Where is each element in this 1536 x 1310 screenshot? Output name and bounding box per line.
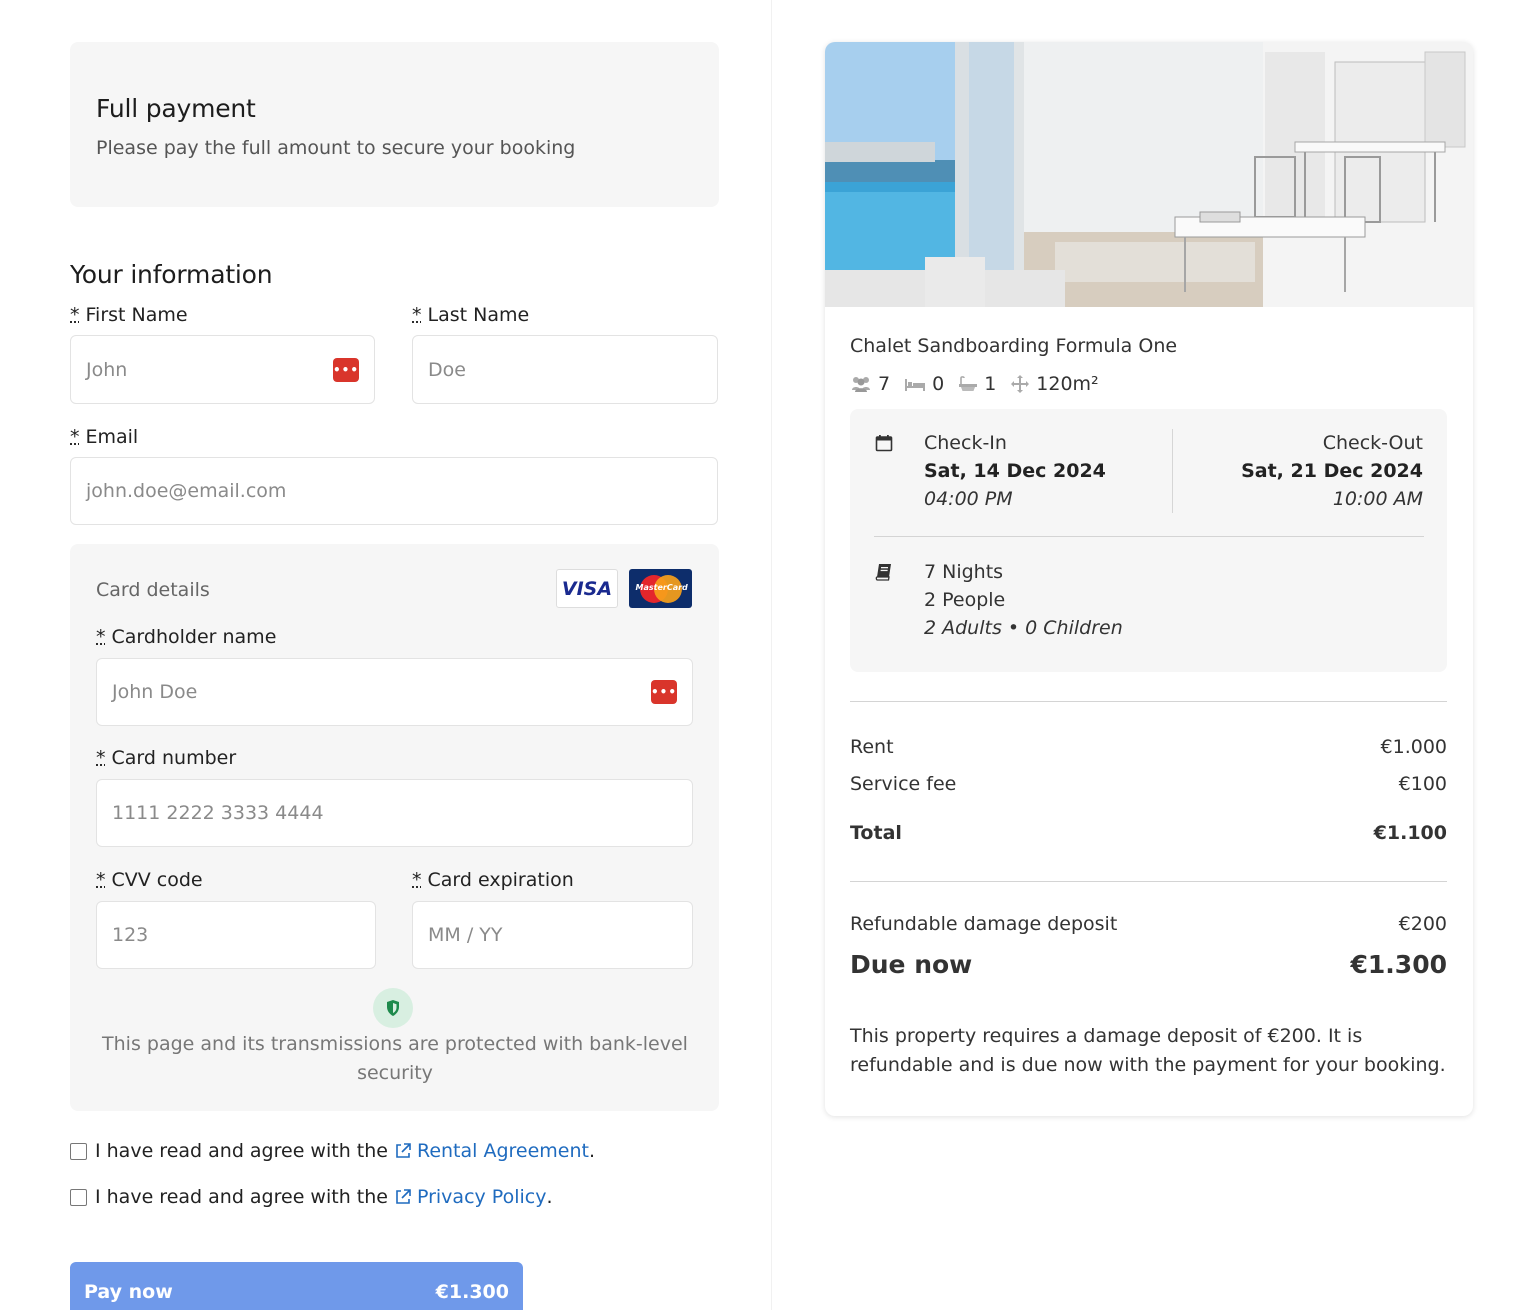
payment-form: Full payment Please pay the full amount … [70,42,719,1310]
cardholder-input[interactable]: John Doe ••• [96,658,693,726]
checkin-date: Sat, 14 Dec 2024 [924,460,1106,482]
beds-amenity: 0 [904,373,944,395]
bath-icon [959,376,978,391]
bed-icon [905,379,926,391]
card-number-input[interactable]: 1111 2222 3333 4444 [96,779,693,847]
deposit-note: This property requires a damage deposit … [850,1025,1446,1076]
cvv-input[interactable]: 123 [96,901,376,969]
property-amenities: 7 0 1 120m² [850,373,1113,395]
payment-type-box: Full payment Please pay the full amount … [70,42,719,207]
your-information-title: Your information [70,260,273,289]
first-name-input[interactable]: John ••• [70,335,375,404]
property-name: Chalet Sandboarding Formula One [850,335,1178,357]
column-divider [771,0,772,1310]
privacy-policy-checkbox[interactable] [70,1188,87,1206]
card-number-label: * Card number [96,747,237,769]
card-expiration-input[interactable]: MM / YY [412,901,693,969]
baths-amenity: 1 [958,373,996,395]
arrows-icon [1011,375,1030,393]
deposit-row: Refundable damage deposit €200 [850,913,1447,935]
area-amenity: 120m² [1010,373,1099,395]
service-fee-row: Service fee €100 [850,773,1447,795]
people-count: 2 People [924,589,1006,611]
due-now-row: Due now €1.300 [850,950,1447,979]
calendar-icon [875,435,893,452]
book-icon [875,564,891,581]
card-details-box: Card details VISA MasterCard * Cardholder… [70,544,719,1111]
visa-logo: VISA [556,569,618,608]
stay-details-box: Check-In Sat, 14 Dec 2024 04:00 PM Check… [850,409,1447,672]
guest-breakdown: 2 Adults • 0 Children [924,617,1123,639]
password-manager-icon[interactable]: ••• [651,680,677,704]
rent-row: Rent €1.000 [850,736,1447,758]
summary-divider-2 [850,881,1447,882]
security-notice: This page and its transmissions are prot… [102,1033,688,1084]
external-link-icon [396,1189,411,1204]
first-name-label: * First Name [70,304,188,326]
last-name-input[interactable]: Doe [412,335,718,404]
payment-subtitle: Please pay the full amount to secure you… [96,137,576,159]
checkout-label: Check-Out [1322,432,1423,454]
booking-summary: Chalet Sandboarding Formula One 7 0 1 12… [825,42,1473,1116]
checkin-time: 04:00 PM [924,488,1013,510]
privacy-policy-link[interactable]: Privacy Policy [394,1186,546,1208]
checkin-label: Check-In [924,432,1007,454]
checkout-time: 10:00 AM [1332,488,1423,510]
stay-divider [874,536,1424,537]
summary-divider-1 [850,701,1447,702]
external-link-icon [396,1143,411,1158]
rental-agreement-row: I have read and agree with the Rental Ag… [70,1140,595,1162]
payment-title: Full payment [96,94,256,123]
email-input[interactable]: john.doe@email.com [70,457,718,525]
password-manager-icon[interactable]: ••• [333,357,359,382]
rental-agreement-checkbox[interactable] [70,1142,87,1160]
property-photo [825,42,1473,307]
checkout-date: Sat, 21 Dec 2024 [1241,460,1423,482]
dates-divider [1172,429,1173,513]
mastercard-logo: MasterCard [629,569,692,608]
nights-count: 7 Nights [924,561,1004,583]
pay-now-button[interactable]: Pay now €1.300 [70,1262,523,1310]
cvv-label: * CVV code [96,869,203,891]
last-name-label: * Last Name [412,304,530,326]
guests-amenity: 7 [850,373,890,395]
email-label: * Email [70,426,139,448]
shield-icon [373,988,413,1028]
total-row: Total €1.100 [850,822,1447,844]
rental-agreement-link[interactable]: Rental Agreement [394,1140,589,1162]
card-expiration-label: * Card expiration [412,869,574,891]
privacy-policy-row: I have read and agree with the Privacy P… [70,1186,553,1208]
card-details-title: Card details [96,579,210,601]
cardholder-label: * Cardholder name [96,626,277,648]
users-icon [852,377,870,392]
